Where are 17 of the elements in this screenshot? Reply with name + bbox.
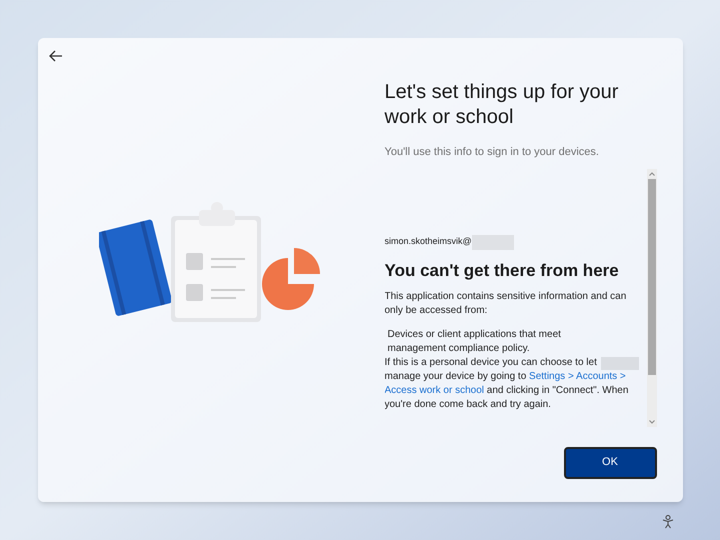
pie-chart-icon bbox=[262, 248, 320, 310]
settings-link[interactable]: Access work or school bbox=[384, 385, 484, 396]
settings-link[interactable]: Settings > Accounts > bbox=[529, 371, 626, 382]
ok-button[interactable]: OK bbox=[564, 446, 656, 478]
error-title: You can't get there from here bbox=[384, 260, 620, 282]
subtitle: You'll use this info to sign in to your devices. bbox=[384, 145, 600, 160]
back-button[interactable] bbox=[48, 48, 64, 64]
account-email: simon.skotheimsvik@ bbox=[384, 235, 472, 248]
accessibility-icon[interactable] bbox=[662, 515, 674, 529]
error-message: This application contains sensitive information and can only be accessed from: bbox=[384, 290, 628, 318]
page-title: Let's set things up for your work or school bbox=[384, 80, 620, 130]
back-arrow-icon bbox=[48, 50, 62, 62]
scroll-down-icon[interactable] bbox=[648, 420, 654, 424]
requirement-text: Devices or client applications that meet management compliance policy. bbox=[386, 328, 562, 356]
scrollbar[interactable] bbox=[646, 168, 656, 426]
scroll-up-icon[interactable] bbox=[648, 172, 654, 176]
redacted-block bbox=[600, 357, 638, 370]
